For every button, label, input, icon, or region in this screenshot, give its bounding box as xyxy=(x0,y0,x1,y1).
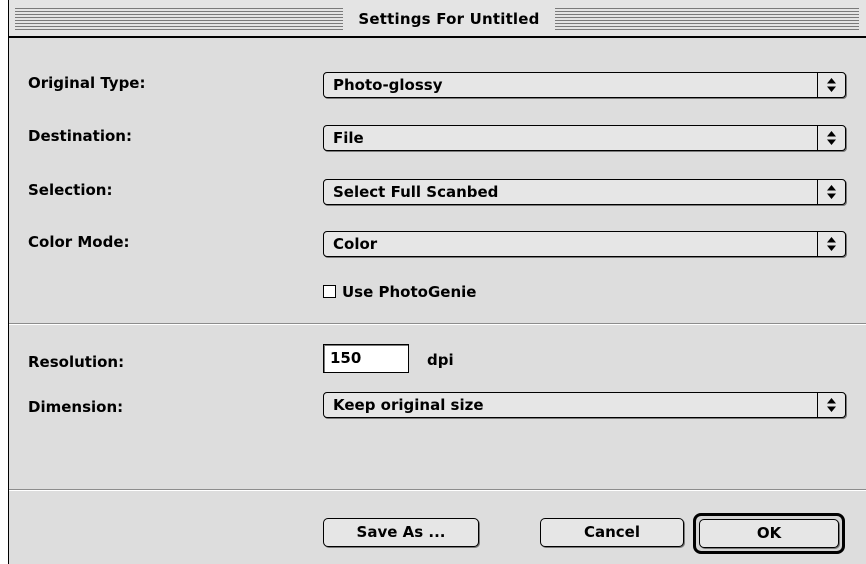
color-mode-popup[interactable]: Color xyxy=(323,231,846,257)
dimension-label: Dimension: xyxy=(28,398,124,416)
up-down-arrows-icon xyxy=(817,232,845,256)
resolution-value: 150 xyxy=(330,349,362,367)
selection-value: Select Full Scanbed xyxy=(333,183,499,201)
window-title: Settings For Untitled xyxy=(358,10,540,28)
settings-dialog: Settings For Untitled Original Type: Pho… xyxy=(8,0,866,564)
photogenie-checkbox[interactable] xyxy=(323,285,336,298)
destination-popup[interactable]: File xyxy=(323,125,846,151)
destination-value: File xyxy=(333,129,364,147)
dimension-value: Keep original size xyxy=(333,396,484,414)
destination-label: Destination: xyxy=(28,127,132,145)
divider xyxy=(9,489,866,491)
up-down-arrows-icon xyxy=(817,393,845,417)
title-bar-stripes-right xyxy=(555,8,859,30)
original-type-value: Photo-glossy xyxy=(333,76,443,94)
original-type-popup[interactable]: Photo-glossy xyxy=(323,72,846,98)
selection-popup[interactable]: Select Full Scanbed xyxy=(323,179,846,205)
up-down-arrows-icon xyxy=(817,180,845,204)
resolution-label: Resolution: xyxy=(28,353,125,371)
divider xyxy=(9,323,866,325)
title-bar[interactable]: Settings For Untitled xyxy=(9,0,866,38)
title-bar-stripes-left xyxy=(15,8,343,30)
original-type-label: Original Type: xyxy=(28,74,146,92)
dimension-popup[interactable]: Keep original size xyxy=(323,392,846,418)
cancel-button[interactable]: Cancel xyxy=(540,518,684,547)
color-mode-value: Color xyxy=(333,235,378,253)
photogenie-label[interactable]: Use PhotoGenie xyxy=(342,281,476,303)
up-down-arrows-icon xyxy=(817,73,845,97)
ok-default-ring: OK xyxy=(693,513,845,554)
ok-button[interactable]: OK xyxy=(699,519,839,548)
color-mode-label: Color Mode: xyxy=(28,233,130,251)
selection-label: Selection: xyxy=(28,181,113,199)
save-as-button[interactable]: Save As ... xyxy=(323,518,479,547)
up-down-arrows-icon xyxy=(817,126,845,150)
resolution-field[interactable]: 150 xyxy=(323,344,409,373)
resolution-unit: dpi xyxy=(427,351,454,369)
